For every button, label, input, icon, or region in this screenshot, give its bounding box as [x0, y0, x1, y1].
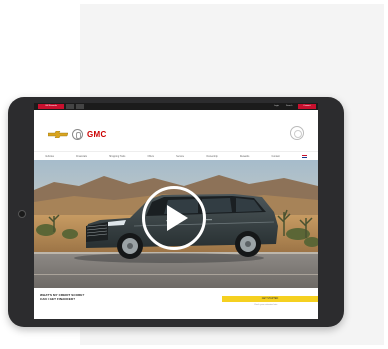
play-button[interactable]	[142, 186, 206, 250]
nav-item-rewards[interactable]: Rewards	[240, 155, 249, 158]
play-icon	[167, 205, 188, 231]
search-link[interactable]: Search	[286, 104, 292, 109]
tab-gm-rewards[interactable]: GM Rewards	[38, 104, 64, 109]
get-started-button[interactable]: GET STARTED	[222, 296, 318, 302]
nav-item-shopping-tools[interactable]: Shopping Tools	[109, 155, 125, 158]
nav-item-offers[interactable]: Offers	[148, 155, 154, 158]
buick-logo[interactable]	[72, 128, 83, 140]
tablet-camera	[18, 210, 26, 218]
nav-item-financials[interactable]: Financials	[76, 155, 87, 158]
connect-button[interactable]: Connect	[298, 104, 316, 109]
top-utility-bar: GM Rewards Login Search Connect	[34, 103, 318, 110]
nav-item-ownership[interactable]: Ownership	[206, 155, 217, 158]
us-flag-icon[interactable]	[301, 154, 307, 158]
nav-item-service[interactable]: Service	[176, 155, 184, 158]
gmc-logo[interactable]: GMC	[87, 130, 107, 139]
login-link[interactable]: Login	[274, 104, 279, 109]
chevrolet-logo[interactable]	[48, 130, 68, 138]
promo-headline: WHAT'S MY CREDIT SCORE? CAN I GET FINANC…	[40, 293, 85, 301]
tab-secondary-2[interactable]	[76, 104, 84, 109]
promo-strip: WHAT'S MY CREDIT SCORE? CAN I GET FINANC…	[34, 288, 318, 319]
nav-item-vehicles[interactable]: Vehicles	[45, 155, 54, 158]
brand-logos: GMC	[48, 127, 107, 141]
promo-subtext: Check your estimated rate	[254, 304, 278, 306]
onstar-logo[interactable]	[290, 126, 304, 140]
nav-item-contact[interactable]: Contact	[271, 155, 279, 158]
tab-secondary-1[interactable]	[66, 104, 74, 109]
